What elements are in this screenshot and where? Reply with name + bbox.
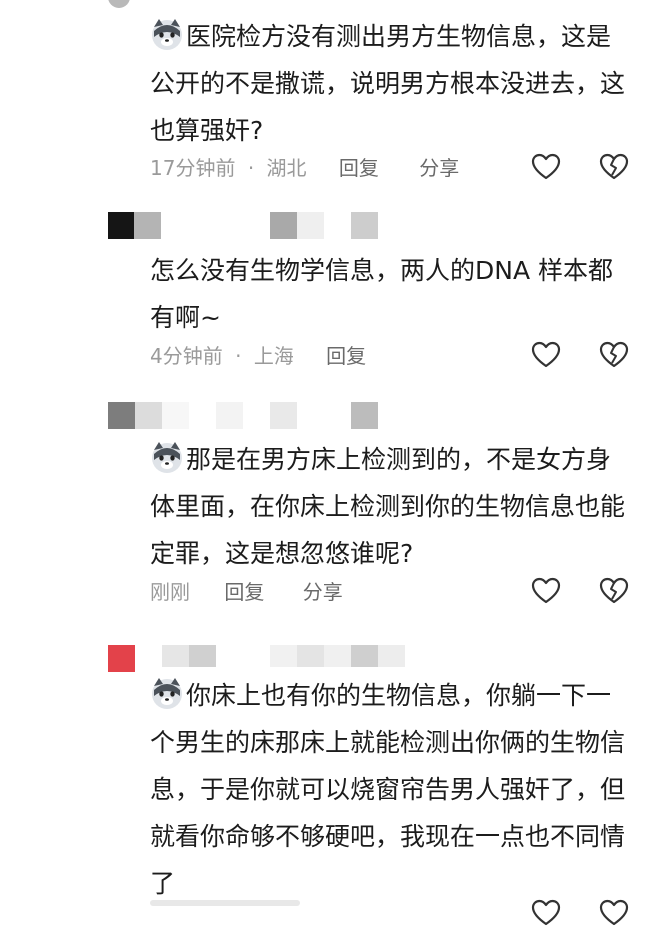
timestamp: 17分钟前 [150, 156, 236, 180]
share-button[interactable]: 分享 [303, 576, 343, 605]
dislike-icon[interactable] [599, 341, 629, 369]
comment-meta: 4分钟前 · 上海 回复 [150, 340, 366, 368]
meta-separator: · [235, 344, 242, 368]
dislike-icon[interactable] [599, 899, 629, 927]
like-icon[interactable] [531, 153, 561, 181]
dislike-icon[interactable] [599, 577, 629, 605]
comment-text-body: 你床上也有你的生物信息，你躺一下一个男生的床那床上就能检测出你俩的生物信息，于是… [150, 681, 626, 898]
timestamp: 刚刚 [150, 580, 190, 604]
location: 上海 [253, 344, 294, 368]
wolf-emoji-icon [152, 19, 182, 50]
location: 湖北 [266, 156, 307, 180]
comment-text-body: 医院检方没有测出男方生物信息，这是公开的不是撒谎，说明男方根本没进去，这也算强奸… [150, 22, 626, 145]
avatar[interactable] [108, 0, 130, 8]
dislike-icon[interactable] [599, 153, 629, 181]
comment-text-body: 怎么没有生物学信息，两人的DNA 样本都有啊~ [150, 256, 614, 332]
wolf-emoji-icon [152, 678, 182, 709]
comment-text: 你床上也有你的生物信息，你躺一下一个男生的床那床上就能检测出你俩的生物信息，于是… [150, 672, 630, 907]
comment-item: 怎么没有生物学信息，两人的DNA 样本都有啊~ 4分钟前 · 上海 回复 [0, 200, 660, 390]
reply-button[interactable]: 回复 [326, 340, 366, 369]
reply-button[interactable]: 回复 [224, 576, 264, 605]
comment-item: 医院检方没有测出男方生物信息，这是公开的不是撒谎，说明男方根本没进去，这也算强奸… [0, 0, 660, 200]
comment-text-body: 那是在男方床上检测到的，不是女方身体里面，在你床上检测到你的生物信息也能定罪，这… [150, 445, 626, 568]
comment-meta: 17分钟前 · 湖北 回复 分享 [150, 152, 459, 180]
share-button[interactable]: 分享 [419, 152, 459, 181]
like-icon[interactable] [531, 899, 561, 927]
wolf-emoji-icon [152, 442, 182, 473]
comment-meta [150, 900, 300, 906]
comment-text: 怎么没有生物学信息，两人的DNA 样本都有啊~ [150, 247, 630, 341]
comment-item: 那是在男方床上检测到的，不是女方身体里面，在你床上检测到你的生物信息也能定罪，这… [0, 390, 660, 630]
comment-text: 医院检方没有测出男方生物信息，这是公开的不是撒谎，说明男方根本没进去，这也算强奸… [150, 13, 630, 154]
like-icon[interactable] [531, 577, 561, 605]
timestamp: 4分钟前 [150, 344, 223, 368]
meta-separator: · [247, 156, 255, 180]
comment-text: 那是在男方床上检测到的，不是女方身体里面，在你床上检测到你的生物信息也能定罪，这… [150, 436, 630, 577]
like-icon[interactable] [531, 341, 561, 369]
reply-button[interactable]: 回复 [339, 152, 379, 181]
comment-meta: 刚刚 回复 分享 [150, 576, 343, 604]
comment-item: 你床上也有你的生物信息，你躺一下一个男生的床那床上就能检测出你俩的生物信息，于是… [0, 630, 660, 926]
